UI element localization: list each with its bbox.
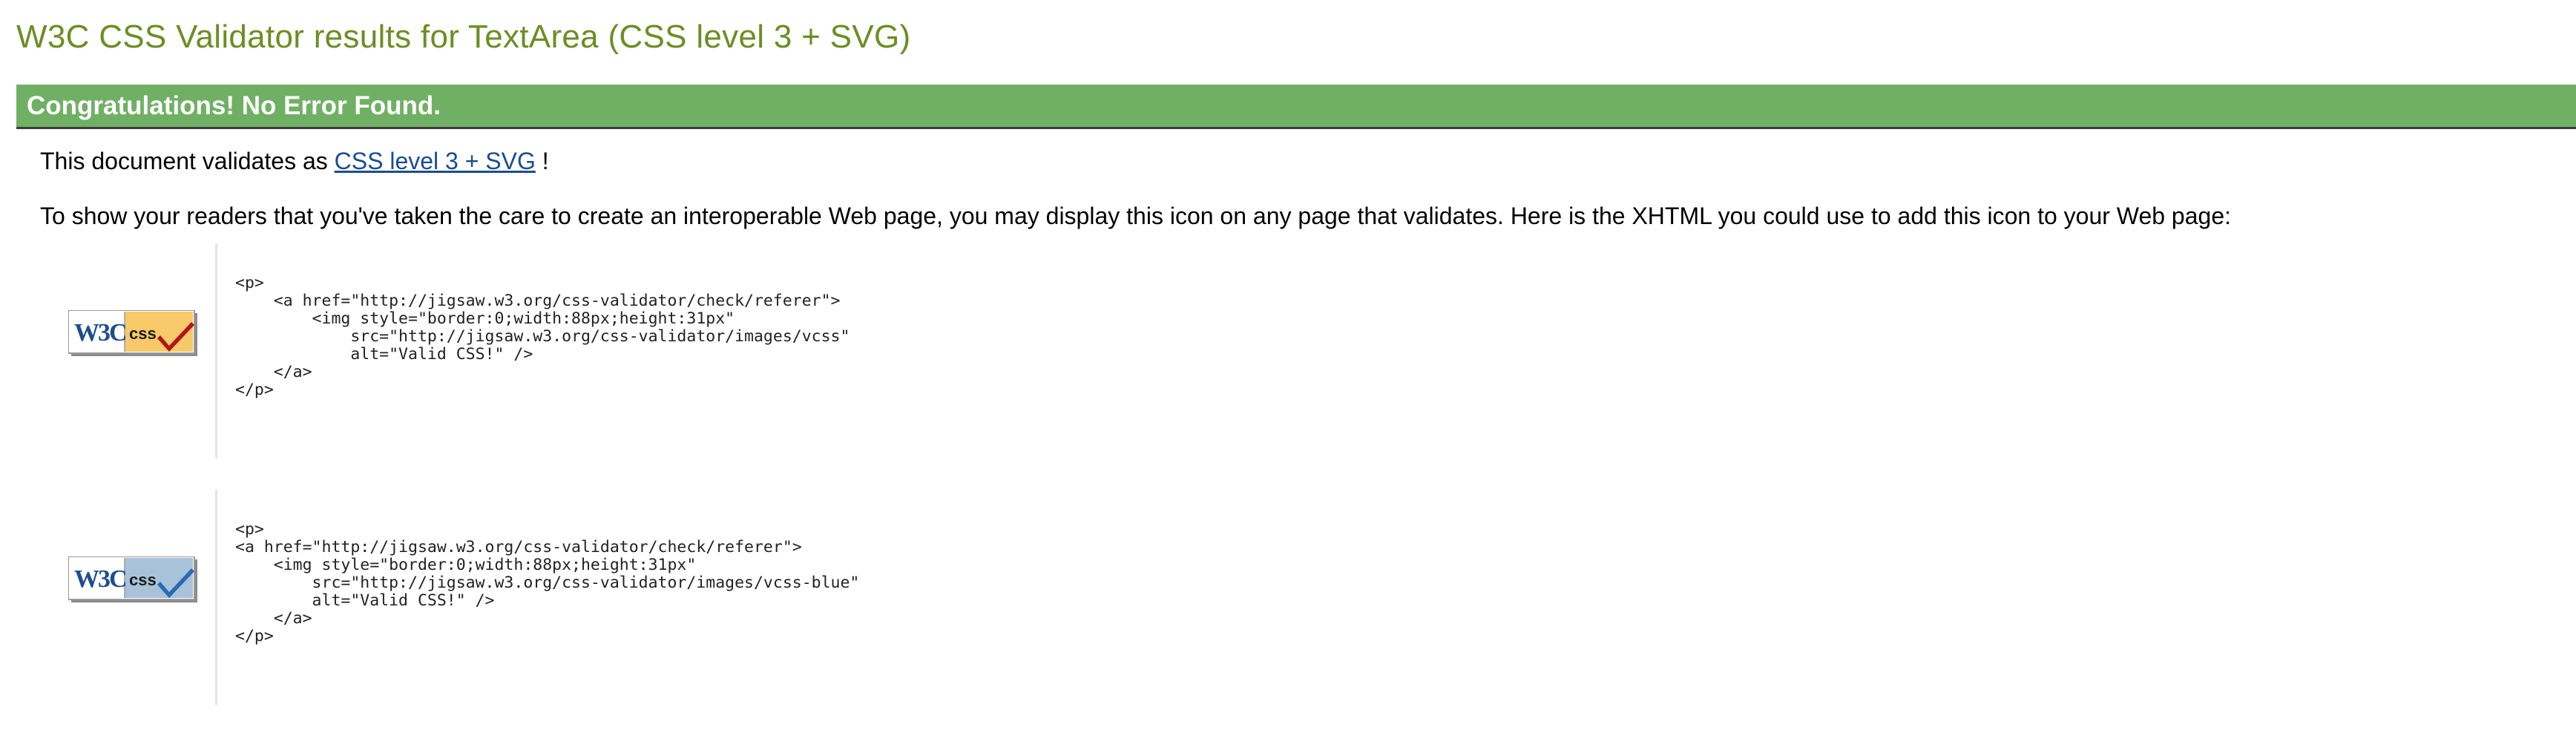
valid-css-icon-block-gold: W3C css <p> <a href="http://jigsaw.w3.or…	[40, 243, 1153, 459]
validation-prefix: This document validates as	[40, 148, 328, 174]
css-label-text: css	[129, 571, 157, 589]
code-snippet-panel: <p> <a href="http://jigsaw.w3.org/css-va…	[215, 243, 1108, 459]
w3c-logo-text: W3C	[74, 565, 126, 593]
valid-css-badge-blue[interactable]: W3C css	[68, 556, 199, 608]
valid-css-icon-block-blue: W3C css <p> <a href="http://jigsaw.w3.or…	[40, 490, 1153, 705]
valid-css-badge-gold-graphic: W3C css	[68, 309, 197, 356]
html-code-snippet: <p> <a href="http://jigsaw.w3.org/css-va…	[235, 274, 850, 399]
validation-summary: This document validates as CSS level 3 +…	[40, 142, 549, 180]
valid-css-badge-gold[interactable]: W3C css	[68, 309, 199, 361]
css-level-link[interactable]: CSS level 3 + SVG	[335, 148, 536, 174]
css-label-text: css	[129, 324, 157, 343]
icon-usage-info: To show your readers that you've taken t…	[40, 203, 2231, 229]
html-code-snippet: <p> <a href="http://jigsaw.w3.org/css-va…	[235, 520, 860, 646]
success-banner: Congratulations! No Error Found.	[16, 85, 2576, 129]
validation-suffix: !	[542, 148, 549, 174]
code-snippet-panel: <p> <a href="http://jigsaw.w3.org/css-va…	[215, 490, 1108, 705]
valid-css-badge-blue-graphic: W3C css	[68, 556, 197, 602]
page-title: W3C CSS Validator results for TextArea (…	[16, 19, 911, 55]
success-message: Congratulations! No Error Found.	[27, 91, 441, 120]
w3c-logo-text: W3C	[74, 319, 126, 346]
